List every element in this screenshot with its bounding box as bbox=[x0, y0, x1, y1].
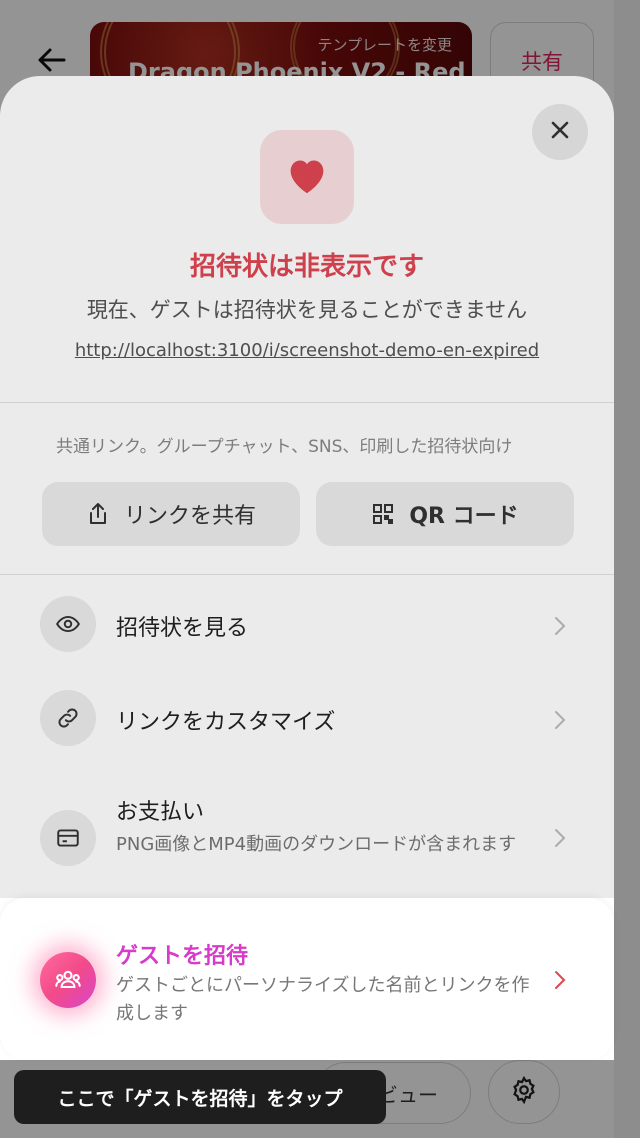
chevron-right-icon bbox=[548, 968, 572, 992]
invite-guests-title: ゲストを招待 bbox=[116, 944, 249, 969]
scrollbar-strip bbox=[614, 0, 640, 1138]
invite-guests-card[interactable]: ゲストを招待 ゲストごとにパーソナライズした名前とリンクを作成します bbox=[0, 898, 614, 1060]
sheet-dim-layer bbox=[0, 76, 614, 898]
invite-guests-description: ゲストごとにパーソナライズした名前とリンクを作成します bbox=[116, 975, 530, 1024]
onboarding-tooltip: ここで「ゲストを招待」をタップ bbox=[14, 1070, 386, 1124]
people-icon bbox=[40, 952, 96, 1008]
